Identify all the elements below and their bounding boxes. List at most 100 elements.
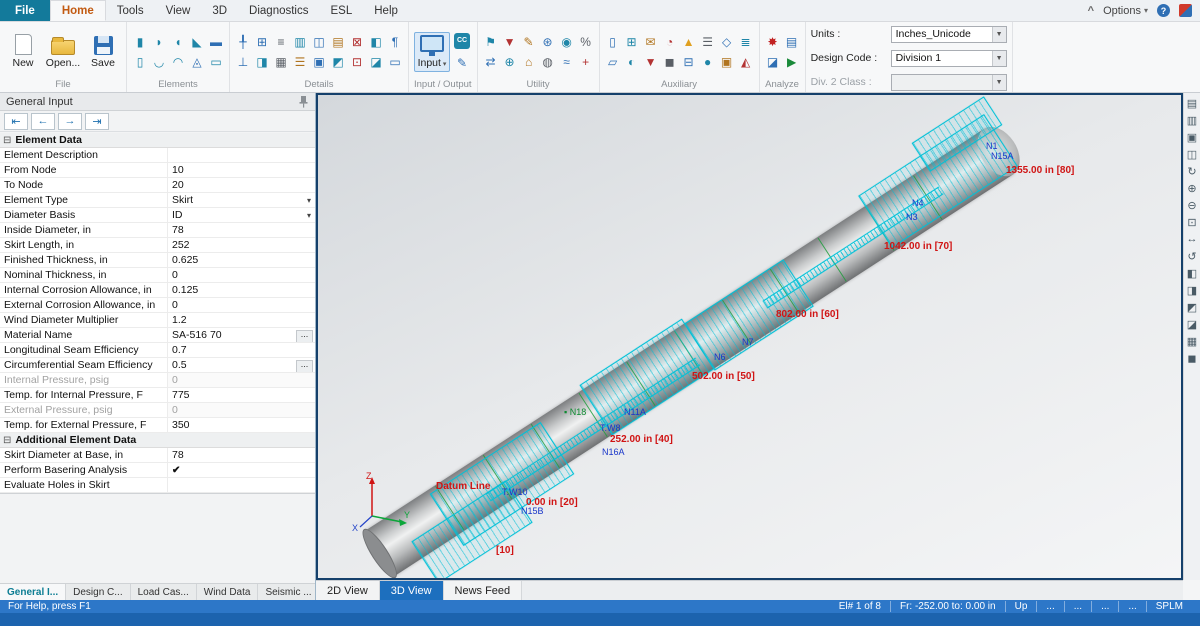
section-header[interactable]: ⊟Element Data: [0, 133, 315, 148]
first-element-button[interactable]: ⇤: [4, 113, 28, 130]
conical-element-icon[interactable]: ◣: [189, 34, 205, 50]
gauge-icon[interactable]: ◔: [662, 34, 678, 50]
grid-value[interactable]: Skirt: [168, 193, 315, 207]
rotate-view-icon[interactable]: ↺: [1185, 249, 1200, 263]
new-button[interactable]: New: [5, 32, 41, 71]
tab-view[interactable]: View: [155, 0, 202, 21]
target-icon[interactable]: ⊛: [540, 34, 556, 50]
notes-icon[interactable]: ¶: [387, 34, 403, 50]
box-icon[interactable]: ▣: [719, 54, 735, 70]
tab-home[interactable]: Home: [50, 0, 106, 21]
marker-icon[interactable]: ▼: [502, 34, 518, 50]
grid-value[interactable]: 350: [168, 418, 315, 432]
grid-value[interactable]: 0: [168, 298, 315, 312]
grid-value[interactable]: SA-516 70: [168, 328, 315, 342]
3d-viewport[interactable]: Z Y X N1N15A1355.00 in [80]N4N31042.00 i…: [316, 93, 1183, 580]
contrast-icon[interactable]: ◐: [624, 54, 640, 70]
insulation-icon[interactable]: ▤: [330, 34, 346, 50]
pin-icon[interactable]: [298, 95, 309, 108]
grid-value[interactable]: [168, 148, 315, 162]
welded-flat-head-icon[interactable]: ◠: [170, 54, 186, 70]
tab-file[interactable]: File: [0, 0, 50, 21]
nozzle-icon[interactable]: ╀: [235, 34, 251, 50]
last-element-button[interactable]: ⇥: [85, 113, 109, 130]
edit-icon[interactable]: ✎: [521, 34, 537, 50]
flat-head-icon[interactable]: ▭: [208, 54, 224, 70]
grid-value[interactable]: 10: [168, 163, 315, 177]
layers-icon[interactable]: ☰: [700, 34, 716, 50]
cc-review-icon[interactable]: CC: [454, 33, 470, 49]
transition-element-icon[interactable]: ◬: [189, 54, 205, 70]
view-tab-2d-view[interactable]: 2D View: [316, 581, 380, 600]
home-view-icon[interactable]: ⌂: [521, 54, 537, 70]
percent-icon[interactable]: %: [578, 34, 594, 50]
mail-icon[interactable]: ✉: [643, 34, 659, 50]
skirt-element-icon[interactable]: ▯: [132, 54, 148, 70]
grid-icon[interactable]: ⊞: [624, 34, 640, 50]
grid-value[interactable]: 0: [168, 268, 315, 282]
report-icon[interactable]: ▤: [1185, 96, 1200, 110]
panel-tab-general-i-[interactable]: General I...: [0, 584, 66, 600]
collapse-ribbon-icon[interactable]: ^: [1088, 5, 1094, 17]
leg-icon[interactable]: ⊥: [235, 54, 251, 70]
tab-esl[interactable]: ESL: [320, 0, 364, 21]
analyze-icon[interactable]: ✸: [765, 34, 781, 50]
diamond-icon[interactable]: ◇: [719, 34, 735, 50]
export-icon[interactable]: ◫: [1185, 147, 1200, 161]
view-tab-3d-view[interactable]: 3D View: [380, 581, 444, 600]
locate-icon[interactable]: ◉: [559, 34, 575, 50]
plus-icon[interactable]: +: [578, 54, 594, 70]
zoom-in-icon[interactable]: ⊕: [1185, 181, 1200, 195]
force-moment-icon[interactable]: ⊡: [349, 54, 365, 70]
grid-value[interactable]: 0.5: [168, 358, 315, 372]
swap-icon[interactable]: ⇄: [483, 54, 499, 70]
panel-tab-design-c-[interactable]: Design C...: [66, 584, 130, 600]
prev-element-button[interactable]: ←: [31, 113, 55, 130]
lug-icon[interactable]: ◧: [368, 34, 384, 50]
clip-icon[interactable]: ▣: [311, 54, 327, 70]
grid-value[interactable]: ID: [168, 208, 315, 222]
cylinder-element-icon[interactable]: ▮: [132, 34, 148, 50]
tray-icon[interactable]: ▥: [292, 34, 308, 50]
grid-value[interactable]: 78: [168, 223, 315, 237]
platform-detail-icon[interactable]: ▦: [273, 54, 289, 70]
tab-3d[interactable]: 3D: [201, 0, 238, 21]
license-icon[interactable]: [1179, 4, 1192, 17]
solid-icon[interactable]: ◼: [662, 54, 678, 70]
grid-value[interactable]: 0.625: [168, 253, 315, 267]
shaded-view-icon[interactable]: ◼: [1185, 351, 1200, 365]
down-icon[interactable]: ▼: [643, 54, 659, 70]
units-combobox[interactable]: Inches_Unicode▼: [891, 26, 1007, 43]
error-check-icon[interactable]: ▤: [784, 34, 800, 50]
run-icon[interactable]: ▶: [784, 54, 800, 70]
section-header[interactable]: ⊟Additional Element Data: [0, 433, 315, 448]
body-flange-icon[interactable]: ▬: [208, 34, 224, 50]
grid-value[interactable]: 78: [168, 448, 315, 462]
iso-view-icon[interactable]: ◪: [1185, 317, 1200, 331]
collapse-rows-icon[interactable]: ⊟: [681, 54, 697, 70]
grid-value[interactable]: 775: [168, 388, 315, 402]
collapse-icon[interactable]: ⊟: [3, 435, 11, 446]
grid-value[interactable]: 0.7: [168, 343, 315, 357]
panel-tab-load-cas-[interactable]: Load Cas...: [131, 584, 197, 600]
open-button[interactable]: Open...: [45, 33, 81, 71]
warning-icon[interactable]: ▲: [681, 34, 697, 50]
lining-icon[interactable]: ≡: [273, 34, 289, 50]
liquid-level-icon[interactable]: ≈: [559, 54, 575, 70]
save-button[interactable]: Save: [85, 33, 121, 71]
copy-icon[interactable]: ▣: [1185, 130, 1200, 144]
pan-icon[interactable]: ↔: [1185, 232, 1200, 246]
front-view-icon[interactable]: ◧: [1185, 266, 1200, 280]
tab-tools[interactable]: Tools: [106, 0, 155, 21]
grid-value[interactable]: ✔: [168, 463, 315, 477]
panel-tab-wind-data[interactable]: Wind Data: [197, 584, 259, 600]
elliptical-head-icon[interactable]: ◗: [151, 34, 167, 50]
tab-help[interactable]: Help: [363, 0, 409, 21]
refresh-icon[interactable]: ↻: [1185, 164, 1200, 178]
weight-icon[interactable]: ⊠: [349, 34, 365, 50]
misc-detail-icon[interactable]: ▭: [387, 54, 403, 70]
help-icon[interactable]: ?: [1157, 4, 1170, 17]
ladder-detail-icon[interactable]: ☰: [292, 54, 308, 70]
list-icon[interactable]: ≣: [738, 34, 754, 50]
zoom-out-icon[interactable]: ⊖: [1185, 198, 1200, 212]
